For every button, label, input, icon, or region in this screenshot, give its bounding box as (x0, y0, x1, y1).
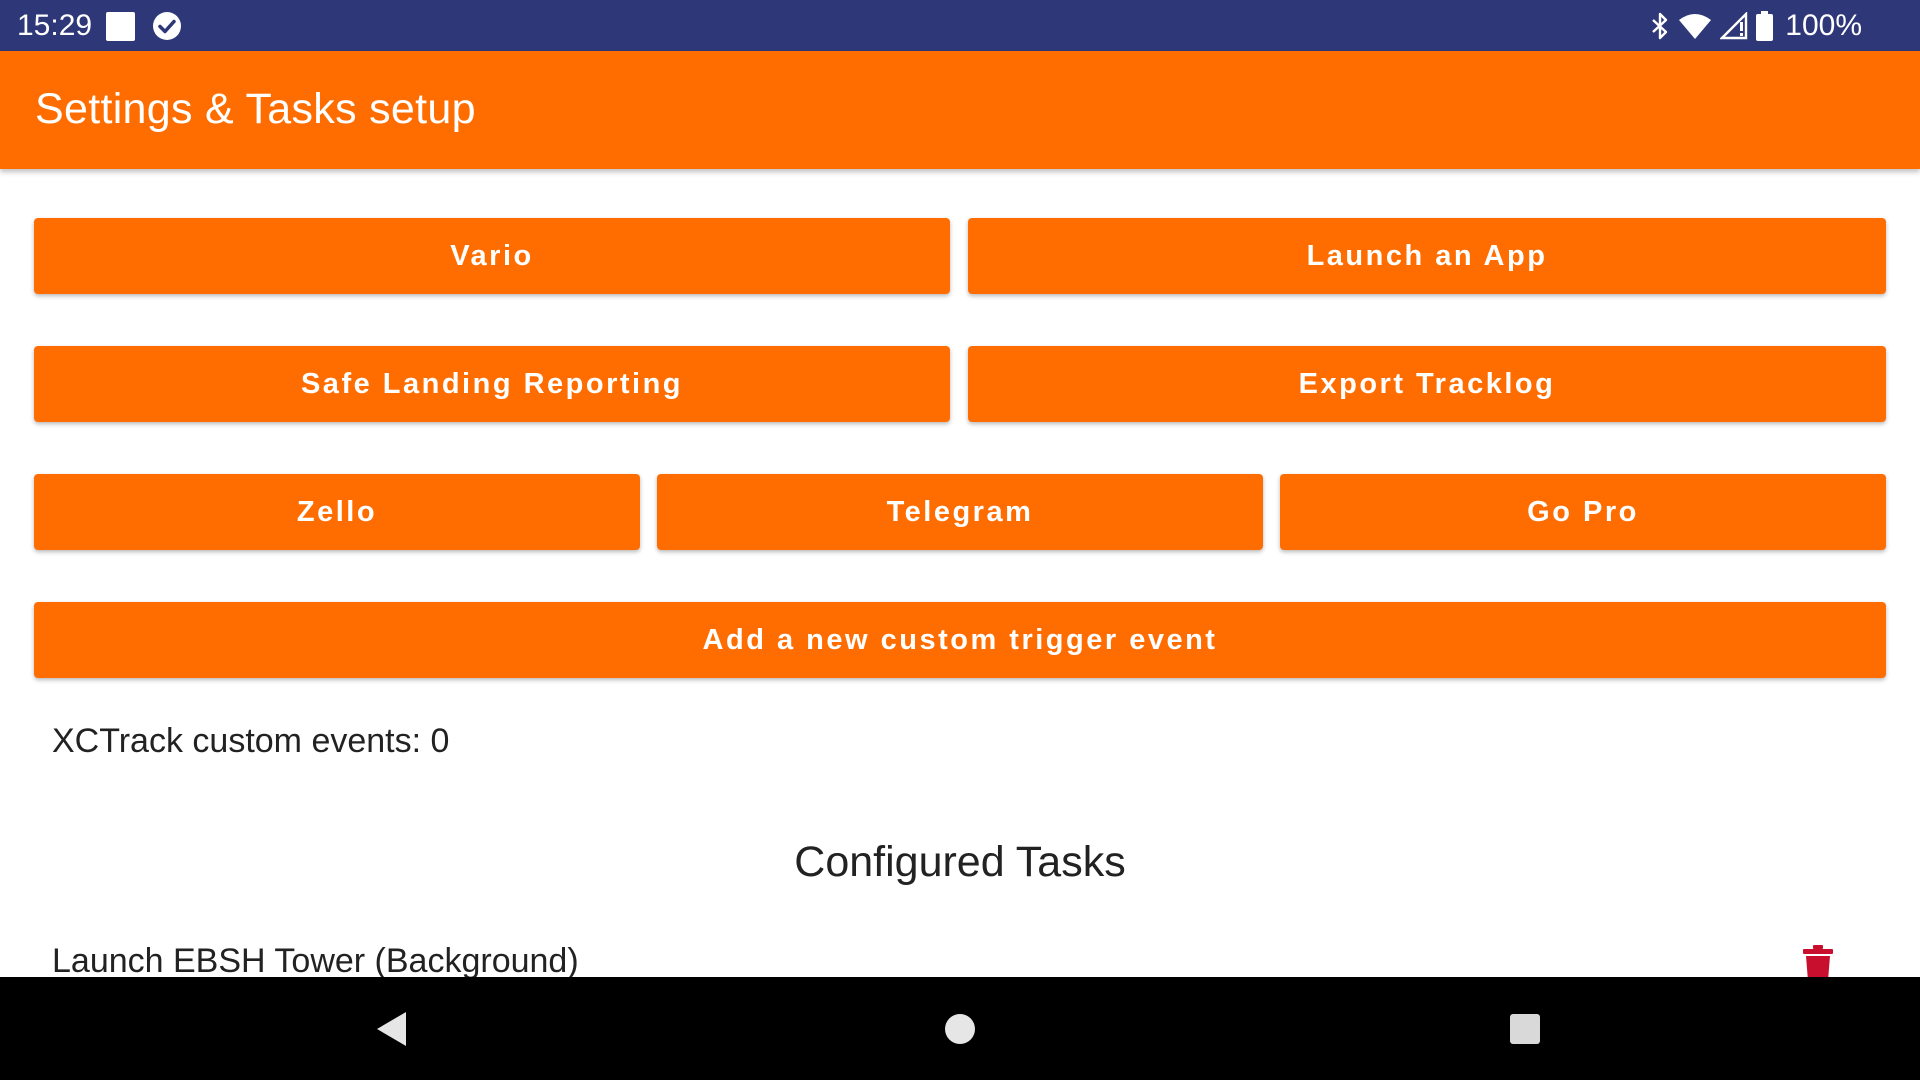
home-icon (945, 1014, 975, 1044)
status-time: 15:29 (17, 9, 93, 42)
page-title: Settings & Tasks setup (35, 85, 476, 133)
back-button[interactable] (363, 1001, 419, 1057)
wifi-icon (1679, 14, 1712, 39)
recents-button[interactable] (1497, 1001, 1553, 1057)
app-bar: Settings & Tasks setup (0, 51, 1920, 169)
recents-icon (1510, 1014, 1540, 1044)
task-row[interactable]: Launch EBSH Tower (Background) (0, 935, 1920, 977)
notification-square-icon (106, 12, 135, 41)
battery-percentage: 100% (1785, 9, 1862, 42)
export-tracklog-button[interactable]: Export Tracklog (968, 346, 1886, 422)
launch-app-button[interactable]: Launch an App (968, 218, 1886, 294)
configured-tasks-heading: Configured Tasks (794, 838, 1126, 886)
add-custom-trigger-button[interactable]: Add a new custom trigger event (34, 602, 1886, 678)
trash-icon[interactable] (1803, 945, 1833, 977)
custom-events-count: XCTrack custom events: 0 (52, 722, 450, 760)
vario-button[interactable]: Vario (34, 218, 950, 294)
task-label: Launch EBSH Tower (Background) (52, 942, 579, 977)
status-icons: 100% (1650, 8, 1862, 44)
home-button[interactable] (932, 1001, 988, 1057)
zello-button[interactable]: Zello (34, 474, 640, 550)
back-icon (377, 1012, 406, 1046)
check-circle-icon (153, 12, 181, 40)
status-bar: 15:29 100% (0, 0, 1920, 51)
cell-signal-icon (1720, 12, 1748, 40)
bluetooth-icon (1652, 12, 1668, 40)
safe-landing-reporting-button[interactable]: Safe Landing Reporting (34, 346, 950, 422)
navigation-bar (0, 977, 1920, 1080)
telegram-button[interactable]: Telegram (657, 474, 1263, 550)
go-pro-button[interactable]: Go Pro (1280, 474, 1886, 550)
battery-icon (1756, 11, 1774, 41)
